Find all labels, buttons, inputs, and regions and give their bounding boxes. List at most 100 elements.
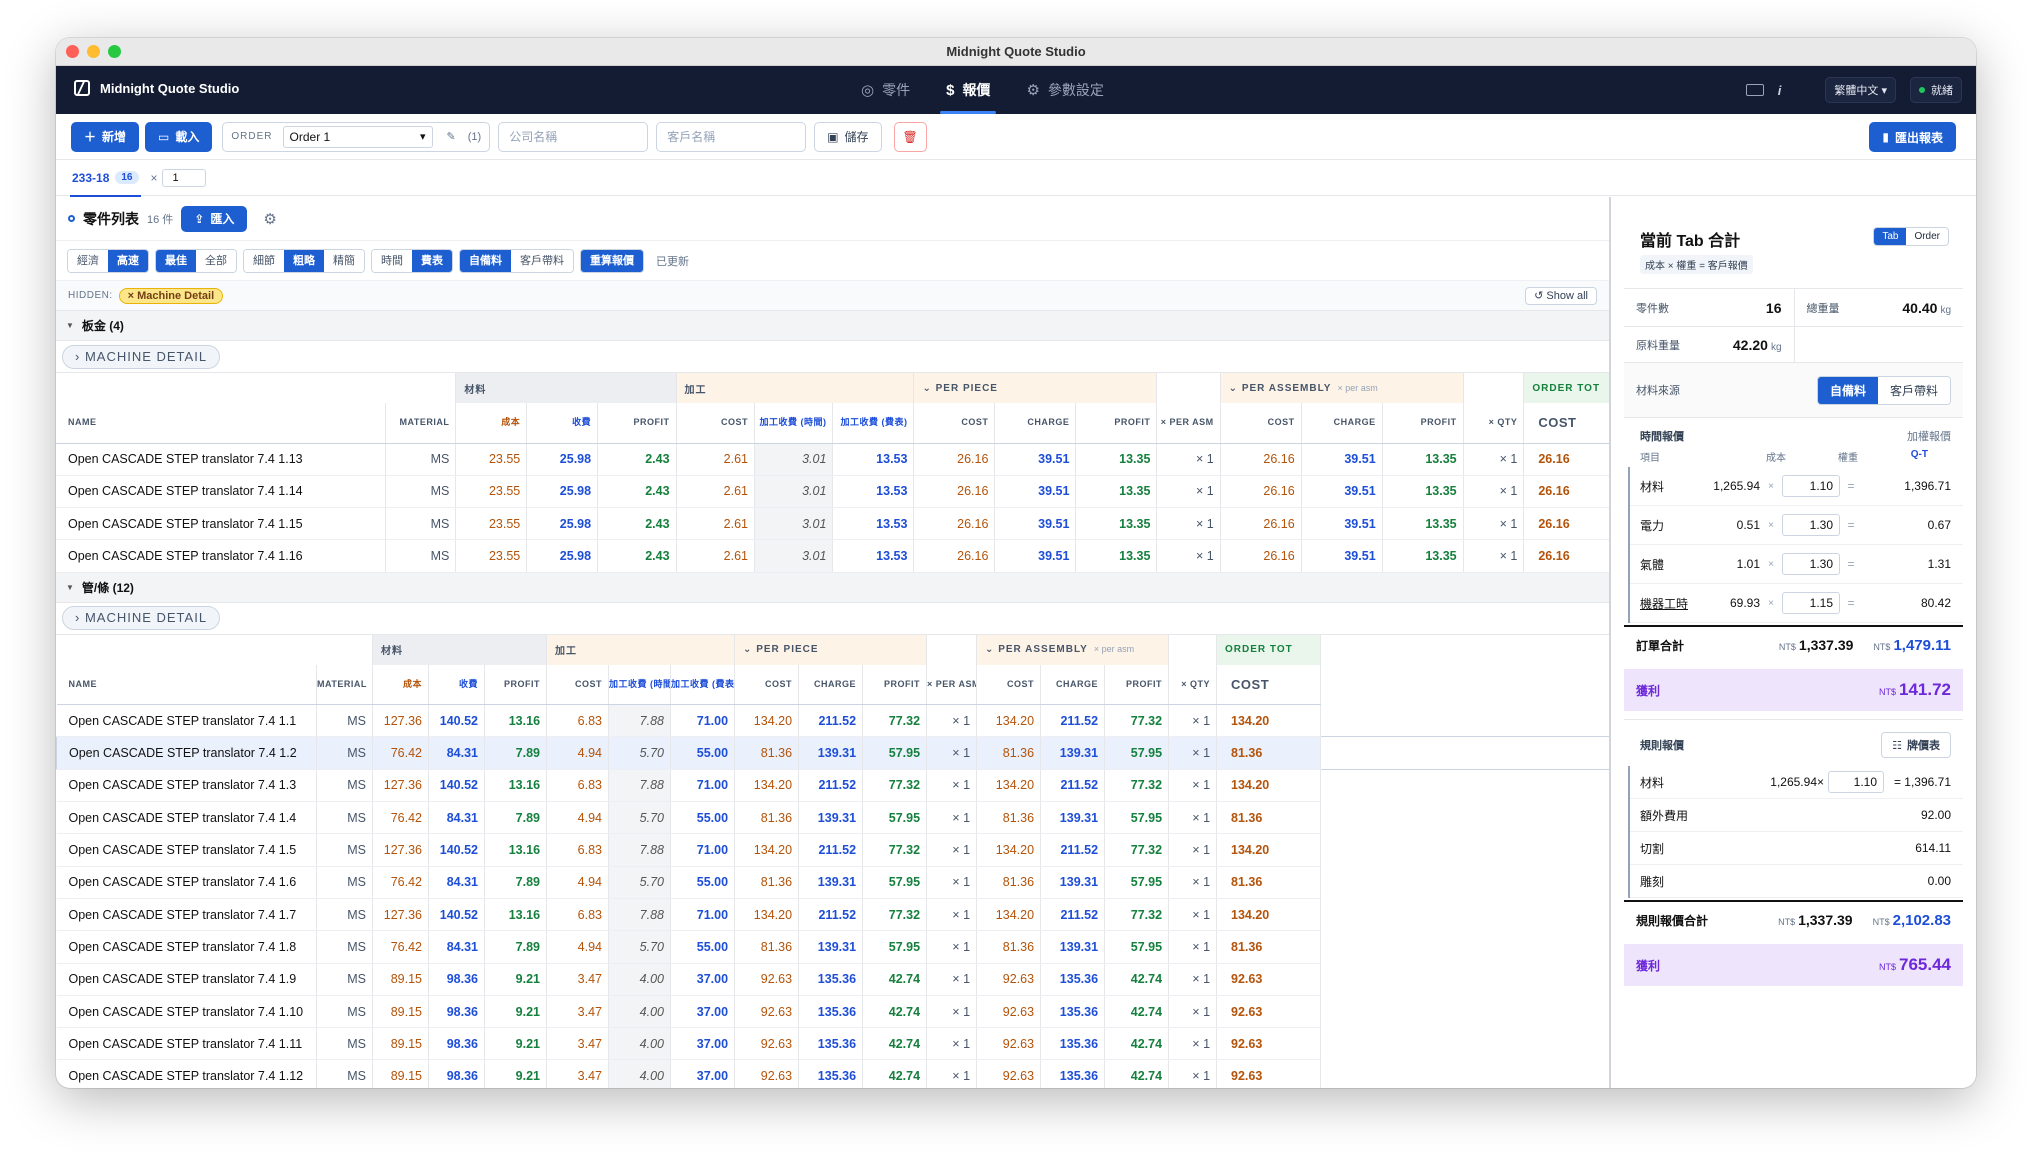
table-row[interactable]: Open CASCADE STEP translator 7.4 1.12 MS 8… [56, 1059, 1610, 1088]
table-row[interactable]: Open CASCADE STEP translator 7.4 1.16 MS 2… [56, 539, 1609, 573]
column-header[interactable]: COST [1523, 403, 1609, 444]
table-row[interactable]: Open CASCADE STEP translator 7.4 1.10 MS 8… [56, 995, 1610, 1029]
column-header[interactable]: PROFIT [597, 403, 677, 444]
tab-parts[interactable]: ◎ 零件 [843, 66, 928, 114]
column-header[interactable]: MATERIAL [316, 664, 373, 706]
column-header[interactable]: COST [976, 664, 1042, 706]
table-row[interactable]: Open CASCADE STEP translator 7.4 1.15 MS 2… [56, 507, 1609, 541]
table-row[interactable]: Open CASCADE STEP translator 7.4 1.3 MS 12… [56, 769, 1610, 803]
tab-quote[interactable]: $ 報價 [928, 66, 1008, 114]
scope-order[interactable]: Order [1906, 228, 1948, 245]
settings-gear-icon[interactable]: ⚙ [263, 210, 276, 228]
language-select[interactable]: 繁體中文 ▾ [1825, 77, 1896, 103]
machine-detail-toggle[interactable]: › MACHINE DETAIL [62, 344, 221, 369]
order-select[interactable]: Order 1 [282, 125, 433, 148]
delete-button[interactable]: 🗑 [893, 121, 927, 152]
column-header[interactable]: 收費 [428, 664, 485, 706]
column-header[interactable]: × QTY [1168, 664, 1218, 706]
line-weight-input[interactable]: 1.15 [1782, 592, 1840, 614]
scope-tab[interactable]: Tab [1874, 228, 1907, 245]
table-row[interactable]: Open CASCADE STEP translator 7.4 1.13 MS 2… [56, 443, 1609, 476]
filter-compact[interactable]: 精簡 [324, 249, 364, 272]
new-button[interactable]: ＋ 新增 [71, 121, 140, 152]
table-row[interactable]: Open CASCADE STEP translator 7.4 1.6 MS 76… [56, 866, 1610, 899]
filter-high-speed[interactable]: 高速 [108, 249, 148, 272]
column-header[interactable]: NAME [56, 664, 317, 706]
filter-own-material[interactable]: 自備料 [460, 249, 511, 272]
table-row[interactable]: Open CASCADE STEP translator 7.4 1.1 MS 12… [56, 704, 1610, 738]
export-report-button[interactable]: ▮ 匯出報表 [1869, 122, 1956, 152]
filter-customer-material[interactable]: 客戶帶料 [511, 249, 573, 272]
minimize-window-button[interactable] [87, 45, 100, 58]
column-header[interactable]: × QTY [1463, 403, 1525, 444]
machine-detail-toggle[interactable]: › MACHINE DETAIL [62, 606, 221, 631]
price-table-button[interactable]: ☷ 牌價表 [1881, 732, 1951, 758]
table-row[interactable]: Open CASCADE STEP translator 7.4 1.7 MS 12… [56, 898, 1610, 932]
tab-settings[interactable]: ⚙ 參數設定 [1008, 66, 1121, 114]
edit-icon[interactable]: ✎ [447, 130, 456, 143]
table-row[interactable]: Open CASCADE STEP translator 7.4 1.5 MS 12… [56, 833, 1610, 867]
filter-time[interactable]: 時間 [372, 249, 412, 272]
column-header[interactable]: PROFIT [862, 664, 928, 706]
hidden-chip-machine-detail[interactable]: × Machine Detail [118, 287, 224, 304]
line-weight-input[interactable]: 1.10 [1782, 475, 1840, 497]
tab-233-18[interactable]: 233-18 16 [70, 160, 141, 197]
column-header[interactable]: PROFIT [484, 664, 548, 706]
source-own[interactable]: 自備料 [1817, 376, 1878, 404]
column-header[interactable]: 加工收費 (時間) [608, 664, 672, 706]
column-header[interactable]: NAME [56, 403, 386, 444]
column-header[interactable]: COST [546, 664, 610, 706]
zoom-window-button[interactable] [108, 45, 121, 58]
line-weight-input[interactable]: 1.30 [1782, 553, 1840, 575]
load-button[interactable]: ▭ 載入 [145, 121, 213, 152]
rule-material-weight-input[interactable]: 1.10 [1828, 771, 1884, 793]
column-header[interactable]: PROFIT [1382, 403, 1464, 444]
group-header[interactable]: ▼ 板金 (4) [56, 311, 1609, 341]
table-row[interactable]: Open CASCADE STEP translator 7.4 1.2 MS 76… [56, 736, 1609, 770]
import-button[interactable]: ⇪ 匯入 [181, 205, 248, 232]
column-header[interactable]: COST [734, 664, 800, 706]
column-header[interactable]: × PER ASM [926, 664, 978, 706]
column-header[interactable]: CHARGE [1040, 664, 1106, 706]
column-header[interactable]: PROFIT [1104, 664, 1170, 706]
filter-economy[interactable]: 經濟 [68, 249, 108, 272]
source-customer[interactable]: 客戶帶料 [1877, 376, 1950, 404]
column-header[interactable]: PROFIT [1075, 403, 1158, 444]
column-header[interactable]: × PER ASM [1156, 403, 1221, 444]
column-header[interactable]: COST [913, 403, 996, 444]
column-header[interactable]: 成本 [455, 403, 528, 444]
info-icon[interactable]: i [1778, 83, 1782, 98]
show-all-button[interactable]: ↺ Show all [1525, 287, 1597, 305]
column-header[interactable]: COST [676, 403, 756, 444]
filter-best[interactable]: 最佳 [156, 249, 196, 272]
column-header[interactable]: 成本 [372, 664, 429, 706]
column-header[interactable]: 加工收費 (費表) [832, 403, 915, 444]
table-row[interactable]: Open CASCADE STEP translator 7.4 1.9 MS 89… [56, 963, 1610, 996]
column-header[interactable]: 加工收費 (費表) [670, 664, 736, 706]
filter-detailed[interactable]: 細節 [244, 249, 284, 272]
column-header[interactable]: COST [1216, 664, 1322, 706]
column-header[interactable]: COST [1220, 403, 1302, 444]
column-header[interactable]: CHARGE [1301, 403, 1383, 444]
filter-rate-table[interactable]: 費表 [412, 249, 452, 272]
column-header[interactable]: CHARGE [798, 664, 864, 706]
recalc-button[interactable]: 重算報價 [580, 248, 644, 273]
table-row[interactable]: Open CASCADE STEP translator 7.4 1.8 MS 76… [56, 930, 1610, 964]
table-row[interactable]: Open CASCADE STEP translator 7.4 1.4 MS 76… [56, 801, 1610, 835]
table-row[interactable]: Open CASCADE STEP translator 7.4 1.14 MS 2… [56, 475, 1609, 509]
group-header[interactable]: ▼ 管/條 (12) [56, 572, 1609, 603]
line-weight-input[interactable]: 1.30 [1782, 514, 1840, 536]
column-header[interactable]: CHARGE [994, 403, 1077, 444]
filter-rough[interactable]: 粗略 [284, 249, 324, 272]
customer-name-input[interactable]: 客戶名稱 [656, 121, 807, 152]
multiplier-input[interactable]: 1 [161, 168, 206, 187]
company-name-input[interactable]: 公司名稱 [498, 121, 649, 152]
keyboard-icon[interactable] [1745, 84, 1764, 96]
column-header[interactable]: 加工收費 (時間) [754, 403, 834, 444]
column-header[interactable]: 收費 [526, 403, 599, 444]
close-window-button[interactable] [66, 45, 79, 58]
save-button[interactable]: ▣ 儲存 [814, 121, 882, 152]
filter-all[interactable]: 全部 [196, 249, 236, 272]
table-row[interactable]: Open CASCADE STEP translator 7.4 1.11 MS 8… [56, 1027, 1610, 1061]
column-header[interactable]: MATERIAL [385, 403, 457, 444]
